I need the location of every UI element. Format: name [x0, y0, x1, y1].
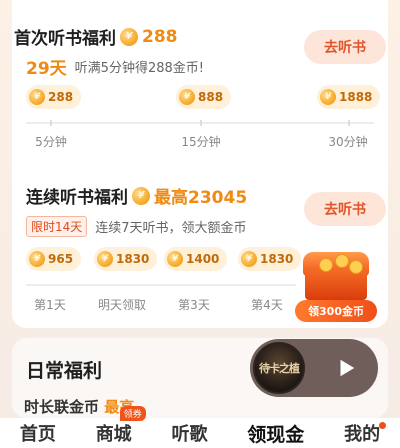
tab-mall[interactable]: 商城 领券	[96, 406, 146, 446]
first-listen-title: 首次听书福利	[14, 29, 116, 49]
coin-icon: ¥	[97, 251, 113, 267]
limited-time-badge: 限时14天	[26, 216, 88, 237]
claim-coins-button[interactable]: 领300金币	[295, 300, 377, 322]
day-reward-pill: ¥ 1830	[238, 247, 302, 271]
bottom-tab-bar: 首页 商城 领券 听歌 领现金 我的	[0, 406, 400, 448]
tick-label: 30分钟	[328, 135, 368, 149]
daily-peek-row: 时长联金币 最高	[24, 398, 135, 416]
coin-icon	[335, 254, 349, 268]
daily-title: 日常福利	[26, 360, 103, 382]
continuous-reward: 最高23045	[154, 188, 248, 208]
treasure-chest-body	[305, 270, 367, 300]
progress-tick	[50, 120, 52, 126]
day-reward-pill: ¥ 965	[26, 247, 82, 271]
tick-label: 15分钟	[181, 135, 221, 149]
coin-icon: ¥	[167, 251, 183, 267]
coin-icon	[319, 258, 333, 272]
day-reward-pill: ¥ 1400	[164, 247, 228, 271]
play-icon[interactable]	[330, 352, 362, 384]
coin-icon: ¥	[120, 27, 138, 46]
listen-book-button-continuous[interactable]: 去听书	[304, 192, 386, 226]
reward-pill: ¥ 888	[176, 85, 232, 109]
continuous-desc: 连续7天听书，领大额金币	[95, 221, 247, 236]
first-listen-subline: 29天 听满5分钟得288金币!	[26, 54, 204, 79]
continuous-subline: 限时14天 连续7天听书，领大额金币	[26, 216, 247, 237]
tab-mine[interactable]: 我的	[344, 420, 387, 446]
floating-player[interactable]: 待卡之植	[250, 339, 378, 397]
reward-pill: ¥ 1888	[317, 85, 381, 109]
tab-cash[interactable]: 领现金	[247, 420, 304, 447]
days-remaining: 29天	[26, 59, 67, 79]
day-reward-pill: ¥ 1830	[94, 247, 158, 271]
tick-label: 5分钟	[35, 135, 67, 149]
coin-icon: ¥	[320, 89, 336, 105]
progress-track	[26, 120, 374, 126]
progress-tick	[200, 120, 202, 126]
first-listen-title-row: 首次听书福利 ¥ 288	[14, 24, 178, 50]
coin-icon	[349, 260, 363, 274]
day-label: 明天领取	[97, 298, 147, 312]
day-label: 第3天	[178, 298, 210, 312]
progress-tick	[348, 120, 350, 126]
coin-icon: ¥	[132, 186, 150, 205]
days-track	[26, 284, 296, 286]
coin-icon: ¥	[179, 89, 195, 105]
day-label: 第1天	[34, 298, 66, 312]
continuous-title: 连续听书福利	[26, 188, 128, 208]
coupon-badge: 领券	[119, 406, 146, 421]
listen-book-button[interactable]: 去听书	[304, 30, 386, 64]
notification-dot	[379, 422, 387, 429]
treasure-chest[interactable]: 领300金币	[295, 240, 377, 322]
reward-pill: ¥ 288	[26, 85, 82, 109]
coin-icon: ¥	[29, 251, 45, 267]
tab-home[interactable]: 首页	[20, 420, 56, 446]
album-cover[interactable]: 待卡之植	[253, 342, 305, 394]
first-listen-reward: 288	[142, 26, 178, 47]
first-listen-desc: 听满5分钟得288金币!	[74, 61, 204, 76]
day-label: 第4天	[251, 298, 283, 312]
coin-icon: ¥	[29, 89, 45, 105]
tab-music[interactable]: 听歌	[171, 420, 207, 446]
continuous-title-row: 连续听书福利 ¥ 最高23045	[26, 183, 247, 208]
coin-icon: ¥	[241, 251, 257, 267]
